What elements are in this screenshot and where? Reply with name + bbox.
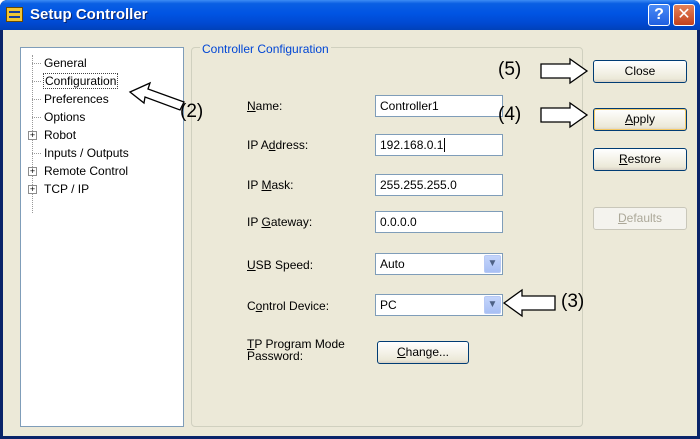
control-device-select[interactable]: PC ▼ xyxy=(375,294,503,316)
ip-gateway-label: IP Gateway: xyxy=(247,215,313,229)
annotation-4: (4) xyxy=(498,104,522,125)
arrow-icon-5 xyxy=(540,57,589,85)
name-input[interactable]: Controller1 xyxy=(375,95,503,117)
arrow-icon-3 xyxy=(502,288,556,318)
ip-gateway-input[interactable]: 0.0.0.0 xyxy=(375,211,503,233)
usb-speed-select[interactable]: Auto ▼ xyxy=(375,253,503,275)
ip-address-label: IP Address: xyxy=(247,138,309,152)
tree-item-preferences[interactable]: Preferences xyxy=(44,91,109,107)
close-window-button[interactable]: ✕ xyxy=(673,4,695,26)
arrow-icon-4 xyxy=(540,101,589,129)
ip-mask-label: IP Mask: xyxy=(247,178,294,192)
window-title: Setup Controller xyxy=(30,6,148,23)
tree-item-general[interactable]: General xyxy=(44,55,87,71)
annotation-2: (2) xyxy=(180,101,204,122)
tree-item-options[interactable]: Options xyxy=(44,109,85,125)
chevron-down-icon[interactable]: ▼ xyxy=(484,296,501,314)
tp-password-label: TP Program Mode Password: xyxy=(247,337,345,363)
defaults-button: Defaults xyxy=(593,207,687,230)
annotation-3: (3) xyxy=(561,291,585,312)
control-device-label: Control Device: xyxy=(247,299,330,313)
tree-item-tcp-ip[interactable]: TCP / IP xyxy=(44,181,89,197)
expand-remote-control-icon[interactable]: + xyxy=(28,167,37,176)
expand-robot-icon[interactable]: + xyxy=(28,131,37,140)
tree-item-robot[interactable]: Robot xyxy=(44,127,76,143)
tree-item-remote-control[interactable]: Remote Control xyxy=(44,163,128,179)
ip-mask-input[interactable]: 255.255.255.0 xyxy=(375,174,503,196)
tree-item-inputs-outputs[interactable]: Inputs / Outputs xyxy=(44,145,129,161)
arrow-icon-2 xyxy=(128,81,185,111)
tree-item-configuration[interactable]: Configuration xyxy=(43,73,119,89)
chevron-down-icon[interactable]: ▼ xyxy=(484,255,501,273)
annotation-5: (5) xyxy=(498,59,522,80)
name-label: Name: xyxy=(247,99,283,113)
setup-controller-window: Setup Controller ? ✕ General Configurati… xyxy=(0,0,700,439)
close-button[interactable]: Close xyxy=(593,60,687,83)
app-icon xyxy=(6,7,23,22)
ip-address-input[interactable]: 192.168.0.1 xyxy=(375,134,503,156)
title-bar[interactable]: Setup Controller ? ✕ xyxy=(0,0,700,30)
restore-button[interactable]: Restore xyxy=(593,148,687,171)
text-cursor xyxy=(444,138,446,152)
expand-tcp-ip-icon[interactable]: + xyxy=(28,185,37,194)
usb-speed-label: USB Speed: xyxy=(247,258,314,272)
group-title: Controller Configuration xyxy=(200,42,331,56)
dialog-body: General Configuration Preferences Option… xyxy=(3,30,697,436)
help-button[interactable]: ? xyxy=(648,4,670,26)
change-password-button[interactable]: Change... xyxy=(377,341,469,364)
apply-button[interactable]: Apply xyxy=(593,108,687,131)
